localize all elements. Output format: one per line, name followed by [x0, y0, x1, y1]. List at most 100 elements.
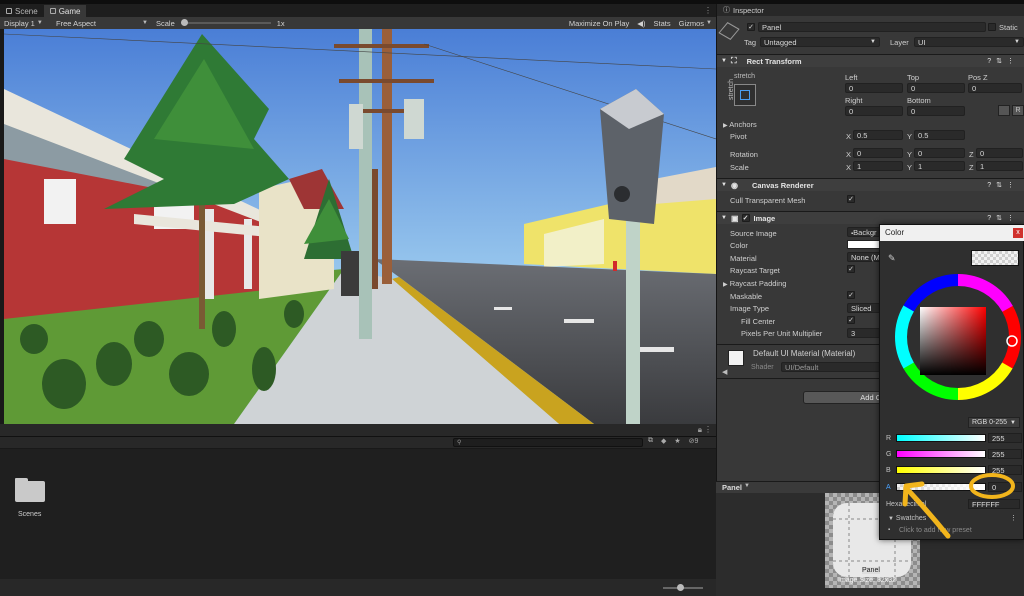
material-name: Default UI Material (Material) [753, 349, 856, 358]
image-header[interactable]: ▼ ▣ ✓ Image ?⇅⋮ [717, 211, 1024, 224]
color-mode-dropdown[interactable]: RGB 0-255 ▼ [968, 417, 1020, 428]
fill-center-checkbox[interactable]: ✓ [847, 316, 855, 324]
foldout-arrow-icon: ▼ [721, 215, 727, 221]
scale-x-field[interactable]: 1 [853, 161, 903, 171]
pivot-y-field[interactable]: 0.5 [914, 130, 965, 140]
static-checkbox[interactable] [988, 23, 996, 31]
project-search-input[interactable]: ⚲ [453, 438, 643, 447]
cull-transparent-mesh-checkbox[interactable]: ✓ [847, 195, 855, 203]
chevron-down-icon: ▼ [870, 39, 876, 45]
tab-game[interactable]: Game [43, 5, 87, 17]
gameobject-cube-icon [718, 22, 740, 40]
rotation-z-field[interactable]: 0 [976, 148, 1023, 158]
bottom-label: Bottom [907, 96, 931, 105]
channel-r-field[interactable]: 255 [988, 433, 1022, 443]
eye-icon: ◉ [730, 180, 738, 190]
component-menu-icons[interactable]: ?⇅⋮ [987, 181, 1019, 189]
image-enabled-checkbox[interactable]: ✓ [741, 214, 750, 222]
channel-b-field[interactable]: 255 [988, 465, 1022, 475]
active-checkbox[interactable]: ✓ [747, 23, 755, 31]
scale-z-field[interactable]: 1 [976, 161, 1023, 171]
color-picker-window[interactable]: Color x ✎ RGB 0-255 ▼ R 255 G 255 B 255 A… [879, 224, 1024, 540]
channel-a-label: A [886, 484, 891, 491]
hidden-packages-count: 9 [694, 438, 699, 445]
anchor-presets-button[interactable] [734, 84, 756, 106]
scale-y-field[interactable]: 1 [914, 161, 965, 171]
rotation-x-field[interactable]: 0 [853, 148, 903, 158]
channel-g-field[interactable]: 255 [988, 449, 1022, 459]
channel-r-label: R [886, 435, 892, 442]
channel-g-label: G [886, 451, 892, 458]
color-picker-titlebar[interactable]: Color x [880, 225, 1024, 241]
swatches-menu-icon[interactable]: ⋮ [1010, 514, 1017, 522]
aspect-dropdown-label: Free Aspect [56, 18, 97, 28]
filter-type-icon[interactable]: ⧉ [648, 437, 653, 445]
raw-edit-button[interactable]: R [1012, 105, 1024, 116]
hue-wheel[interactable] [894, 273, 1022, 401]
component-menu-icons[interactable]: ?⇅⋮ [987, 214, 1019, 222]
label-icon[interactable]: ◆ [661, 437, 666, 445]
right-field[interactable]: 0 [845, 106, 903, 116]
raycast-target-checkbox[interactable]: ✓ [847, 265, 855, 273]
channel-a-slider[interactable] [896, 483, 986, 491]
chevron-down-icon: ▼ [706, 20, 712, 26]
object-name-field[interactable]: Panel [758, 22, 986, 32]
lock-icon[interactable]: 🔒︎ [698, 425, 702, 435]
shader-dropdown[interactable]: UI/Default [781, 362, 881, 372]
bottom-field[interactable]: 0 [907, 106, 965, 116]
maskable-checkbox[interactable]: ✓ [847, 291, 855, 299]
raycast-padding-foldout[interactable]: ▶ Raycast Padding [723, 279, 786, 288]
anchor-preset-icon [740, 90, 750, 100]
channel-r-slider[interactable] [896, 434, 986, 442]
gizmos-dropdown[interactable]: Gizmos ▼ [675, 19, 716, 28]
eyedropper-icon[interactable]: ✎ [888, 253, 896, 264]
component-menu-icons[interactable]: ?⇅⋮ [987, 57, 1019, 65]
icon-size-slider[interactable] [663, 584, 703, 591]
rotation-y-field[interactable]: 0 [914, 148, 965, 158]
tab-menu-icon[interactable]: ⋮ [704, 6, 712, 15]
channel-a-field[interactable]: 0 [988, 482, 1022, 492]
material-foldout-icon[interactable]: ◀ [722, 368, 727, 376]
display-dropdown[interactable]: Display 1 ▼ [0, 19, 52, 28]
tag-dropdown[interactable]: Untagged ▼ [760, 37, 880, 47]
tab-scene-label: Scene [15, 6, 38, 16]
rotation-x-label: X [846, 150, 852, 159]
scale-slider-knob[interactable] [180, 19, 188, 26]
left-field[interactable]: 0 [845, 83, 903, 93]
chevron-down-icon: ▼ [744, 483, 750, 489]
preview-name: Panel [722, 483, 743, 492]
swatches-foldout[interactable]: ▼ Swatches [888, 515, 926, 522]
pivot-x-field[interactable]: 0.5 [853, 130, 903, 140]
canvas-renderer-header[interactable]: ▼ ◉ Canvas Renderer ?⇅⋮ [717, 178, 1024, 191]
scale-slider[interactable] [180, 19, 271, 26]
blueprint-mode-button[interactable] [998, 105, 1010, 116]
swatch-hint: Click to add new preset [899, 527, 972, 534]
close-button[interactable]: x [1013, 228, 1023, 238]
rotation-y-label: Y [907, 150, 913, 159]
game-view-render[interactable] [4, 29, 716, 424]
tab-scene[interactable]: Scene [0, 5, 44, 17]
favorite-icon[interactable]: ★ [674, 437, 680, 445]
maximize-on-play-toggle[interactable]: Maximize On Play [565, 19, 633, 28]
top-field[interactable]: 0 [907, 83, 965, 93]
inspector-tab[interactable]: ⓘ Inspector [717, 4, 1024, 16]
layer-dropdown[interactable]: UI ▼ [914, 37, 1024, 47]
foldout-arrow-icon: ▼ [721, 58, 727, 64]
menu-dots-icon[interactable]: ⋮ [704, 425, 712, 434]
scale-label: Scale [156, 18, 175, 28]
hidden-packages-icon[interactable]: ⊘9 [689, 437, 699, 445]
folder-icon[interactable] [15, 478, 45, 502]
swatch-add-icon[interactable]: ▪ [888, 527, 890, 533]
project-footer [0, 579, 716, 596]
channel-b-slider[interactable] [896, 466, 986, 474]
rect-transform-header[interactable]: ▼ ⛶ Rect Transform ?⇅⋮ [717, 54, 1024, 67]
hex-field[interactable]: FFFFFF [968, 499, 1020, 509]
anchors-foldout[interactable]: ▶ Anchors [723, 120, 757, 129]
icon-size-knob[interactable] [677, 584, 684, 591]
stats-button[interactable]: Stats [650, 19, 675, 28]
mute-audio-button[interactable]: ◀) [633, 19, 649, 28]
inspector-tab-label: Inspector [733, 5, 764, 15]
posz-field[interactable]: 0 [968, 83, 1022, 93]
channel-g-slider[interactable] [896, 450, 986, 458]
aspect-dropdown[interactable]: Free Aspect ▼ [52, 19, 152, 28]
